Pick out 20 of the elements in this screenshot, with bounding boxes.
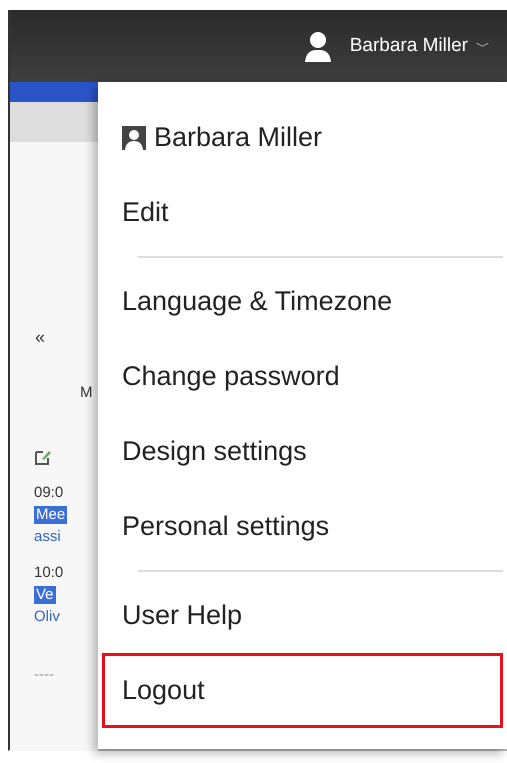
menu-item[interactable]: Language & Timezone (102, 264, 503, 339)
event-link[interactable]: Oliv (34, 608, 60, 626)
user-menu-button[interactable]: Barbara Miller ﹀ (348, 30, 491, 62)
user-icon (302, 29, 333, 63)
menu-item[interactable]: User Help (102, 578, 503, 653)
separator-text: ---- (34, 666, 54, 684)
menu-item[interactable]: Change password (102, 339, 503, 414)
user-menu-item[interactable]: Barbara Miller (102, 100, 503, 175)
event-tag: Ve (34, 586, 56, 604)
event-time: 09:0 (34, 484, 64, 502)
collapse-button[interactable]: « (34, 326, 46, 350)
event-link[interactable]: assi (34, 528, 61, 546)
menu-item[interactable]: Design settings (102, 414, 503, 489)
menu-item[interactable]: Logout (102, 653, 503, 728)
event-time: 10:0 (34, 564, 64, 582)
menu-item[interactable]: Edit (102, 175, 503, 250)
menu-item[interactable]: Personal settings (102, 489, 503, 564)
user-icon (122, 126, 146, 150)
column-heading: M (80, 384, 92, 402)
event-tag: Mee (34, 506, 68, 524)
